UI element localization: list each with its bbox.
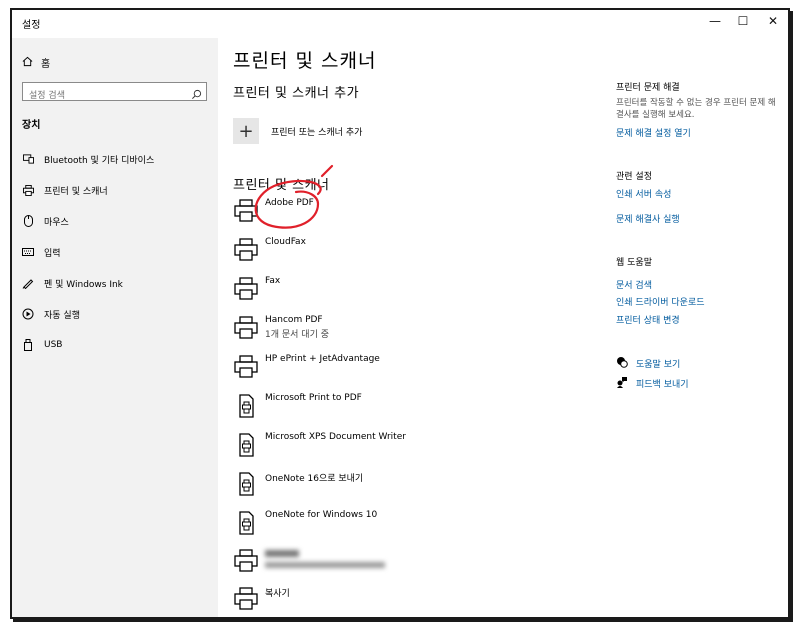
- printer-name: HP ePrint + JetAdvantage: [265, 354, 380, 364]
- printer-icon: [233, 276, 259, 302]
- printer-name: Hancom PDF: [265, 315, 323, 325]
- run-troubleshooter-link[interactable]: 문제 해결사 실행: [616, 212, 680, 225]
- pen-icon: [22, 277, 34, 289]
- add-section-title: 프린터 및 스캐너 추가: [233, 86, 360, 101]
- maximize-button[interactable]: ☐: [732, 14, 754, 32]
- feedback-icon: [616, 376, 628, 391]
- sidebar-item-label: 펜 및 Windows Ink: [44, 279, 123, 290]
- sidebar-item-label: 프린터 및 스캐너: [44, 186, 108, 197]
- search-docs-link[interactable]: 문서 검색: [616, 278, 652, 291]
- title-bar: 설정 — ☐ ✕: [12, 10, 788, 38]
- printer-item-ms-print-to-pdf[interactable]: Microsoft Print to PDF: [233, 391, 563, 425]
- printer-name: Fax: [265, 276, 281, 286]
- printer-name: OneNote 16으로 보내기: [265, 474, 364, 484]
- feedback-label: 피드백 보내기: [636, 380, 689, 390]
- printer-item-ms-xps-writer[interactable]: Microsoft XPS Document Writer: [233, 430, 563, 464]
- add-printer-label: 프린터 또는 스캐너 추가: [271, 127, 363, 138]
- devices-section-heading: 장치: [22, 120, 41, 131]
- printer-name: CloudFax: [265, 237, 306, 247]
- document-printer-icon: [233, 510, 259, 536]
- printer-icon: [233, 354, 259, 380]
- home-nav[interactable]: 홈: [22, 55, 50, 70]
- sidebar: 홈 장치 Bluetooth 및 기타 디바이스 프린터 및 스캐너 마: [12, 10, 218, 617]
- settings-window: 홈 장치 Bluetooth 및 기타 디바이스 프린터 및 스캐너 마: [10, 8, 790, 619]
- printer-list-title: 프린터 및 스캐너: [233, 178, 330, 193]
- printer-status: 1개 문서 대기 중: [265, 330, 329, 340]
- add-printer-button[interactable]: + 프린터 또는 스캐너 추가: [233, 118, 362, 144]
- usb-icon: [22, 339, 34, 351]
- printer-item-cloudfax[interactable]: CloudFax: [233, 235, 563, 269]
- sidebar-item-label: 자동 실행: [44, 310, 80, 321]
- minimize-button[interactable]: —: [704, 14, 726, 32]
- printer-icon: [233, 198, 259, 224]
- sidebar-item-bluetooth[interactable]: Bluetooth 및 기타 디바이스: [22, 148, 212, 170]
- related-settings-heading: 관련 설정: [616, 172, 652, 182]
- printer-name: 복사기: [265, 589, 290, 599]
- printer-icon: [22, 184, 34, 196]
- printer-item-adobe-pdf[interactable]: Adobe PDF: [233, 196, 563, 230]
- help-chat-icon: [616, 356, 628, 371]
- sidebar-item-label: 마우스: [44, 217, 69, 228]
- printer-item-hp-eprint[interactable]: HP ePrint + JetAdvantage: [233, 352, 563, 386]
- download-driver-link[interactable]: 인쇄 드라이버 다운로드: [616, 295, 705, 308]
- printer-item-onenote-16[interactable]: OneNote 16으로 보내기: [233, 469, 563, 503]
- home-icon: [22, 56, 33, 70]
- web-help-heading: 웹 도움말: [616, 258, 652, 268]
- sidebar-item-usb[interactable]: USB: [22, 334, 212, 356]
- autoplay-icon: [22, 308, 34, 320]
- printer-icon: [233, 237, 259, 263]
- page-title: 프린터 및 스캐너: [233, 50, 377, 72]
- sidebar-item-autoplay[interactable]: 자동 실행: [22, 303, 212, 325]
- printer-item-copier[interactable]: 복사기: [233, 584, 563, 617]
- printer-name: Microsoft XPS Document Writer: [265, 432, 406, 442]
- document-printer-icon: [233, 471, 259, 497]
- troubleshoot-heading: 프린터 문제 해결: [616, 83, 680, 93]
- home-label: 홈: [41, 59, 51, 70]
- sidebar-item-label: USB: [44, 340, 63, 350]
- printer-name: Microsoft Print to PDF: [265, 393, 362, 403]
- send-feedback-link[interactable]: 피드백 보내기: [616, 376, 689, 391]
- search-input[interactable]: [23, 87, 195, 105]
- sidebar-item-printers[interactable]: 프린터 및 스캐너: [22, 179, 212, 201]
- document-printer-icon: [233, 393, 259, 419]
- printer-item-fax[interactable]: Fax: [233, 274, 563, 308]
- blurred-printer-text: [265, 548, 385, 568]
- bluetooth-devices-icon: [22, 153, 34, 165]
- printer-item-hancom-pdf[interactable]: Hancom PDF 1개 문서 대기 중: [233, 313, 563, 347]
- open-troubleshoot-settings-link[interactable]: 문제 해결 설정 열기: [616, 126, 691, 139]
- printer-icon: [233, 548, 259, 574]
- window-title: 설정: [22, 20, 41, 31]
- sidebar-item-typing[interactable]: 입력: [22, 241, 212, 263]
- print-server-properties-link[interactable]: 인쇄 서버 속성: [616, 187, 671, 200]
- get-help-label: 도움말 보기: [636, 360, 681, 370]
- printer-name: Adobe PDF: [265, 198, 314, 208]
- change-printer-status-link[interactable]: 프린터 상태 변경: [616, 313, 680, 326]
- main-content: 프린터 및 스캐너 프린터 및 스캐너 추가 + 프린터 또는 스캐너 추가 프…: [218, 10, 788, 617]
- get-help-link[interactable]: 도움말 보기: [616, 356, 680, 371]
- printer-icon: [233, 586, 259, 612]
- troubleshoot-description: 프린터를 작동할 수 없는 경우 프린터 문제 해결사를 실행해 보세요.: [616, 98, 776, 120]
- search-icon[interactable]: [191, 85, 202, 104]
- sidebar-item-pen[interactable]: 펜 및 Windows Ink: [22, 272, 212, 294]
- sidebar-item-label: 입력: [44, 248, 61, 259]
- mouse-icon: [22, 215, 34, 227]
- close-button[interactable]: ✕: [762, 14, 784, 32]
- printer-name: OneNote for Windows 10: [265, 510, 378, 520]
- printer-item-redacted[interactable]: [233, 546, 563, 580]
- printer-item-onenote-win10[interactable]: OneNote for Windows 10: [233, 508, 563, 542]
- plus-icon: +: [233, 118, 259, 144]
- printer-icon: [233, 315, 259, 341]
- sidebar-item-mouse[interactable]: 마우스: [22, 210, 212, 232]
- sidebar-item-label: Bluetooth 및 기타 디바이스: [44, 155, 155, 166]
- keyboard-icon: [22, 246, 34, 258]
- document-printer-icon: [233, 432, 259, 458]
- settings-search-box[interactable]: [22, 82, 207, 105]
